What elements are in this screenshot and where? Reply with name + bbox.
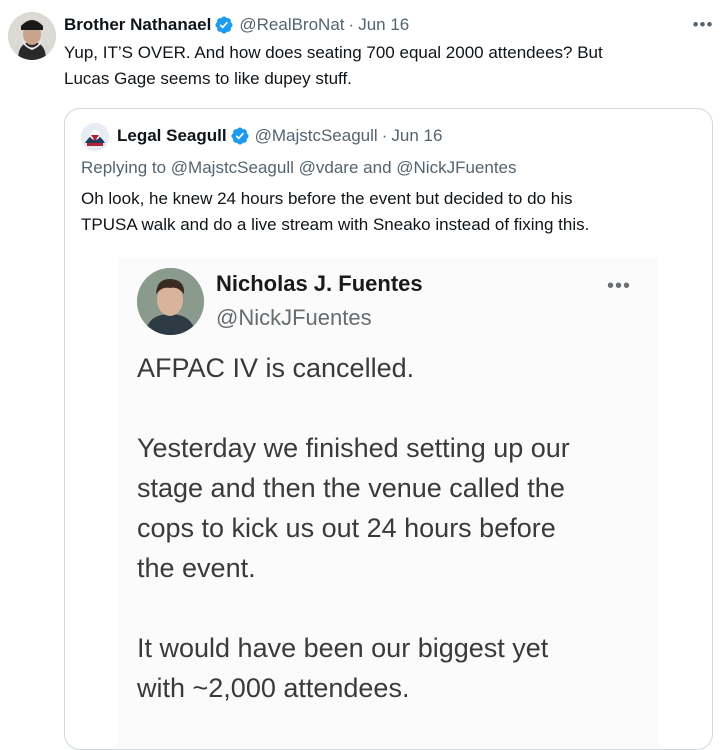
mention-link[interactable]: @vdare xyxy=(299,158,359,177)
quoted-author-name: Legal Seagull xyxy=(117,126,227,145)
screenshot-text-line: the event. xyxy=(137,553,256,583)
tweet-text-line: Yup, IT’S OVER. And how does seating 700… xyxy=(64,43,603,62)
quoted-date: Jun 16 xyxy=(391,126,443,145)
separator-dot: · xyxy=(348,15,355,34)
quoted-header: Legal Seagull @MajstcSeagull · Jun 16 xyxy=(117,125,442,147)
embedded-screenshot-image[interactable]: Nicholas J. Fuentes @NickJFuentes ••• AF… xyxy=(117,257,659,749)
screenshot-avatar xyxy=(137,268,204,335)
verified-badge-icon xyxy=(214,15,234,35)
tweet-text: Yup, IT’S OVER. And how does seating 700… xyxy=(64,40,704,92)
separator-dot: · xyxy=(381,126,388,145)
tweet-text-line: Lucas Gage seems to like dupey stuff. xyxy=(64,69,352,88)
quoted-tweet[interactable]: Legal Seagull @MajstcSeagull · Jun 16 Re… xyxy=(64,108,713,750)
replying-to: Replying to @MajstcSeagull @vdare and @N… xyxy=(81,158,517,178)
quoted-author-avatar xyxy=(81,123,109,151)
replying-prefix: Replying to xyxy=(81,158,167,177)
author-handle[interactable]: @RealBroNat xyxy=(239,15,344,35)
verified-badge-icon xyxy=(230,126,250,146)
screenshot-text-line: stage and then the venue called the xyxy=(137,473,565,503)
quoted-text-line: TPUSA walk and do a live stream with Sne… xyxy=(81,215,590,234)
tweet[interactable]: Brother Nathanael @RealBroNat · Jun 16 •… xyxy=(0,0,727,750)
screenshot-text-line: AFPAC IV is cancelled. xyxy=(137,353,415,383)
screenshot-text-line: Yesterday we finished setting up our xyxy=(137,433,570,463)
quoted-text: Oh look, he knew 24 hours before the eve… xyxy=(81,186,701,238)
mention-link[interactable]: @MajstcSeagull xyxy=(171,158,294,177)
screenshot-text-line: It would have been our biggest yet xyxy=(137,633,549,663)
screenshot-more-icon: ••• xyxy=(607,275,632,297)
screenshot-author-name: Nicholas J. Fuentes xyxy=(216,271,423,296)
tweet-date[interactable]: Jun 16 xyxy=(358,15,409,35)
replying-and: and xyxy=(363,158,392,177)
screenshot-text-line: with ~2,000 attendees. xyxy=(137,673,410,703)
screenshot-text-line: cops to kick us out 24 hours before xyxy=(137,513,556,543)
author-name[interactable]: Brother Nathanael xyxy=(64,15,211,35)
quoted-author-handle: @MajstcSeagull xyxy=(254,126,378,145)
mention-link[interactable]: @NickJFuentes xyxy=(396,158,516,177)
more-icon[interactable]: ••• xyxy=(688,14,718,36)
screenshot-author-handle: @NickJFuentes xyxy=(216,305,372,330)
quoted-text-line: Oh look, he knew 24 hours before the eve… xyxy=(81,189,573,208)
author-avatar[interactable] xyxy=(8,12,56,60)
author-header: Brother Nathanael @RealBroNat · Jun 16 xyxy=(64,14,409,36)
